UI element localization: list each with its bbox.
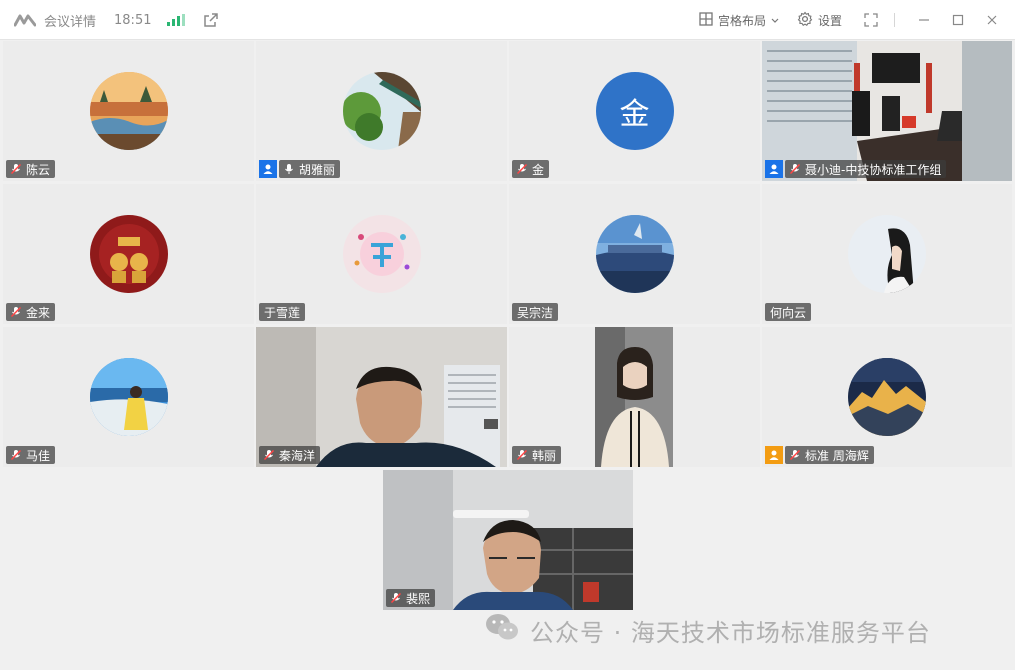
participant-name-tag: 秦海洋 <box>259 446 321 464</box>
fullscreen-icon[interactable] <box>860 9 882 31</box>
participant-name: 胡雅丽 <box>299 162 336 177</box>
participant-name: 吴宗洁 <box>517 305 554 320</box>
participant-tile[interactable]: 标准 周海辉 <box>762 327 1012 467</box>
maximize-icon[interactable] <box>947 9 969 31</box>
watermark: 公众号 · 海天技术市场标准服务平台 <box>484 612 931 648</box>
minimize-icon[interactable] <box>913 9 935 31</box>
meeting-details-link[interactable]: 会议详情 <box>44 11 96 30</box>
meeting-clock: 18:51 <box>114 12 152 28</box>
mic-muted-icon <box>9 448 23 462</box>
participant-name-tag: 韩丽 <box>512 446 562 464</box>
close-icon[interactable] <box>981 9 1003 31</box>
participant-name: 金 <box>532 162 545 177</box>
participant-name-tag: 马佳 <box>6 446 56 464</box>
participant-name-tag: 标准 周海辉 <box>785 446 874 464</box>
participant-name: 马佳 <box>26 448 51 463</box>
host-badge-icon <box>765 160 783 178</box>
participant-name: 于雪莲 <box>264 305 301 320</box>
participant-name-tag: 吴宗洁 <box>512 303 559 321</box>
watermark-text: 公众号 · 海天技术市场标准服务平台 <box>530 618 931 647</box>
grid-layout-label: 宫格布局 <box>717 13 766 28</box>
mic-muted-icon <box>262 448 276 462</box>
participant-avatar <box>342 215 421 293</box>
participant-name-tag: 何向云 <box>765 303 812 321</box>
participant-name: 裴熙 <box>406 591 431 606</box>
participant-tile[interactable]: 吴宗洁 <box>509 184 760 324</box>
host-badge-icon <box>259 160 277 178</box>
participant-avatar <box>89 358 168 436</box>
participant-name-tag: 于雪莲 <box>259 303 306 321</box>
participant-video-tile[interactable]: 裴熙 <box>383 470 633 610</box>
title-bar: 会议详情 18:51 宫格布局 设置 <box>0 0 1015 40</box>
mic-muted-icon <box>515 162 529 176</box>
participant-avatar: 金 <box>595 72 674 150</box>
participant-avatar <box>89 72 168 150</box>
participant-avatar <box>848 215 926 293</box>
mic-icon <box>282 162 296 176</box>
video-feed <box>595 327 673 467</box>
participant-tile[interactable]: 胡雅丽 <box>256 41 507 181</box>
grid-layout-button[interactable]: 宫格布局 <box>693 11 785 29</box>
participant-video-tile[interactable]: 秦海洋 <box>256 327 507 467</box>
participant-name: 何向云 <box>770 305 807 320</box>
participant-name-tag: 胡雅丽 <box>279 160 341 178</box>
participant-avatar <box>595 215 674 293</box>
participant-name: 聂小迪-中技协标准工作组 <box>805 162 942 177</box>
settings-button[interactable]: 设置 <box>791 11 848 30</box>
wechat-icon <box>484 612 520 648</box>
participant-avatar <box>848 358 926 436</box>
participant-tile[interactable]: 金 金 <box>509 41 760 181</box>
participant-name: 陈云 <box>26 162 51 177</box>
participant-name-tag: 聂小迪-中技协标准工作组 <box>785 160 947 178</box>
mic-muted-icon <box>515 448 529 462</box>
participant-name: 韩丽 <box>532 448 557 463</box>
participant-tile[interactable]: 于雪莲 <box>256 184 507 324</box>
participant-tile[interactable]: 何向云 <box>762 184 1012 324</box>
participant-video-tile[interactable]: 聂小迪-中技协标准工作组 <box>762 41 1012 181</box>
participant-tile[interactable]: 金来 <box>3 184 254 324</box>
gear-icon <box>797 11 813 30</box>
signal-strength-icon[interactable] <box>167 14 186 26</box>
mic-muted-icon <box>788 448 802 462</box>
participant-name-tag: 金 <box>512 160 550 178</box>
app-logo-icon <box>14 13 36 27</box>
mic-muted-icon <box>389 591 403 605</box>
mic-muted-icon <box>788 162 802 176</box>
participant-name-tag: 陈云 <box>6 160 56 178</box>
settings-label: 设置 <box>817 13 842 28</box>
participant-tile[interactable]: 马佳 <box>3 327 254 467</box>
share-icon[interactable] <box>203 12 219 28</box>
mic-muted-icon <box>9 162 23 176</box>
grid-icon <box>699 11 713 29</box>
divider <box>894 13 895 27</box>
participant-name: 秦海洋 <box>279 448 316 463</box>
participant-name-tag: 金来 <box>6 303 56 321</box>
participant-avatar <box>89 215 168 293</box>
participant-tile[interactable]: 陈云 <box>3 41 254 181</box>
mic-muted-icon <box>9 305 23 319</box>
participant-name-tag: 裴熙 <box>386 589 436 607</box>
participant-avatar <box>342 72 421 150</box>
cohost-badge-icon <box>765 446 783 464</box>
participant-name: 金来 <box>26 305 51 320</box>
participant-video-tile[interactable]: 韩丽 <box>509 327 760 467</box>
participant-name: 标准 周海辉 <box>805 448 869 463</box>
chevron-down-icon <box>771 13 779 27</box>
